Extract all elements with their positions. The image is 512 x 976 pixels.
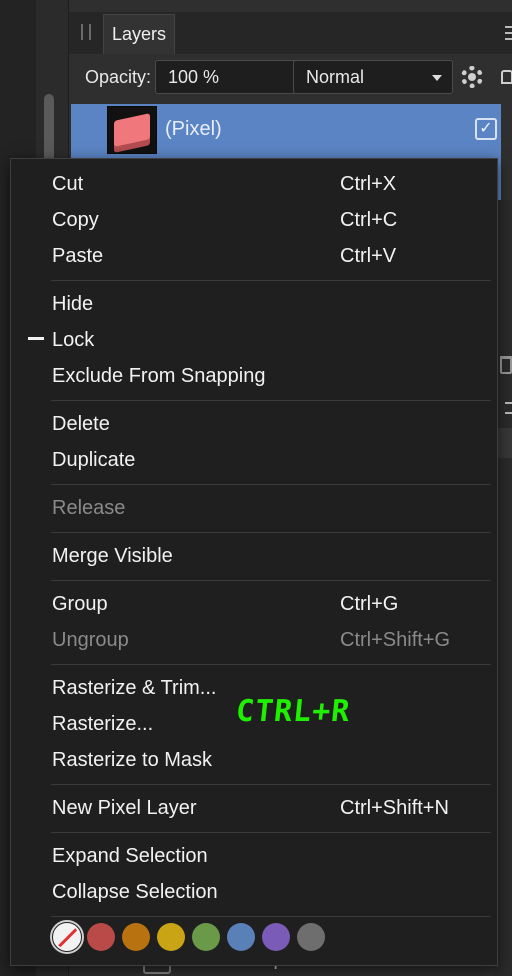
mixed-state-dash-icon [28, 337, 44, 340]
menu-separator [51, 484, 491, 485]
menu-item-shortcut: Ctrl+Shift+N [340, 797, 449, 819]
menu-item-label: Group [52, 593, 108, 615]
menu-separator [51, 916, 491, 917]
menu-separator [51, 532, 491, 533]
menu-separator [51, 580, 491, 581]
menu-item-label: Hide [52, 293, 94, 315]
menu-item-shortcut: Ctrl+Shift+G [340, 629, 451, 651]
menu-item-group[interactable]: Group Ctrl+G [11, 585, 499, 621]
menu-item-label: Expand Selection [52, 845, 208, 867]
color-tag-purple[interactable] [262, 923, 290, 951]
pixel-layer-preview-icon [114, 113, 150, 147]
menu-item-merge-visible[interactable]: Merge Visible [11, 537, 499, 573]
menu-item-label: Rasterize... [52, 713, 154, 735]
menu-separator [51, 784, 491, 785]
menu-item-label: Copy [52, 209, 99, 231]
opacity-label: Opacity: [85, 67, 152, 87]
menu-item-collapse-selection[interactable]: Collapse Selection [11, 873, 499, 909]
menu-separator [51, 664, 491, 665]
panel-tab-bar: Layers [69, 12, 512, 54]
color-tag-gray[interactable] [297, 923, 325, 951]
menu-item-paste[interactable]: Paste Ctrl+V [11, 237, 499, 273]
opacity-value: 100 % [168, 67, 220, 87]
panel-menu-icon-secondary[interactable] [505, 402, 512, 414]
menu-item-delete[interactable]: Delete [11, 405, 499, 441]
menu-item-new-pixel-layer[interactable]: New Pixel Layer Ctrl+Shift+N [11, 789, 499, 825]
menu-item-expand-selection[interactable]: Expand Selection [11, 837, 499, 873]
menu-separator [51, 832, 491, 833]
blend-mode-dropdown[interactable]: Normal [293, 60, 453, 94]
menu-item-label: Merge Visible [52, 545, 173, 567]
color-tag-selected-ring [50, 920, 84, 954]
panel-grip-handle[interactable] [81, 24, 91, 40]
menu-item-shortcut: Ctrl+G [340, 593, 399, 615]
menu-item-shortcut: Ctrl+V [340, 245, 397, 267]
menu-item-lock[interactable]: Lock [11, 321, 499, 357]
menu-item-label: Rasterize to Mask [52, 749, 213, 771]
layer-thumbnail [107, 106, 157, 154]
tab-layers[interactable]: Layers [103, 14, 175, 54]
layer-name: (Pixel) [165, 118, 222, 140]
color-tag-green[interactable] [192, 923, 220, 951]
color-tag-red[interactable] [87, 923, 115, 951]
layer-options-row: Opacity: 100 % Normal [69, 56, 512, 100]
menu-item-label: Rasterize & Trim... [52, 677, 217, 699]
menu-item-label: New Pixel Layer [52, 797, 197, 819]
menu-item-label: Paste [52, 245, 104, 267]
menu-item-label: Delete [52, 413, 110, 435]
trash-icon[interactable] [500, 356, 512, 374]
panel-menu-icon[interactable] [505, 26, 512, 40]
tab-layers-label: Layers [111, 24, 167, 44]
menu-item-ungroup: Ungroup Ctrl+Shift+G [11, 621, 499, 657]
color-tag-swatches [49, 920, 349, 954]
menu-item-exclude-from-snapping[interactable]: Exclude From Snapping [11, 357, 499, 393]
menu-item-shortcut: Ctrl+X [340, 173, 397, 195]
menu-item-hide[interactable]: Hide [11, 285, 499, 321]
menu-item-release: Release [11, 489, 499, 525]
menu-item-label: Collapse Selection [52, 881, 218, 903]
menu-item-rasterize-to-mask[interactable]: Rasterize to Mask [11, 741, 499, 777]
layer-visibility-checkbox[interactable]: ✓ [475, 118, 497, 140]
color-tag-yellow[interactable] [157, 923, 185, 951]
menu-item-copy[interactable]: Copy Ctrl+C [11, 201, 499, 237]
handwritten-annotation: CTRL+R [234, 694, 353, 729]
color-tag-blue[interactable] [227, 923, 255, 951]
menu-item-duplicate[interactable]: Duplicate [11, 441, 499, 477]
menu-separator [51, 280, 491, 281]
menu-item-shortcut: Ctrl+C [340, 209, 398, 231]
menu-item-label: Exclude From Snapping [52, 365, 266, 387]
menu-item-label: Ungroup [52, 629, 129, 651]
chevron-down-icon [432, 75, 442, 81]
layer-row-pixel[interactable]: (Pixel) ✓ [71, 104, 501, 156]
menu-item-label: Release [52, 497, 126, 519]
menu-item-cut[interactable]: Cut Ctrl+X [11, 165, 499, 201]
menu-item-label: Lock [52, 329, 95, 351]
color-tag-orange[interactable] [122, 923, 150, 951]
menu-separator [51, 400, 491, 401]
context-menu: Cut Ctrl+X Copy Ctrl+C Paste Ctrl+V Hide Lo… [10, 158, 498, 966]
lock-icon[interactable] [501, 70, 512, 84]
menu-item-label: Duplicate [52, 449, 136, 471]
gear-icon[interactable] [461, 66, 483, 88]
blend-mode-value: Normal [306, 67, 365, 87]
menu-item-label: Cut [52, 173, 84, 195]
